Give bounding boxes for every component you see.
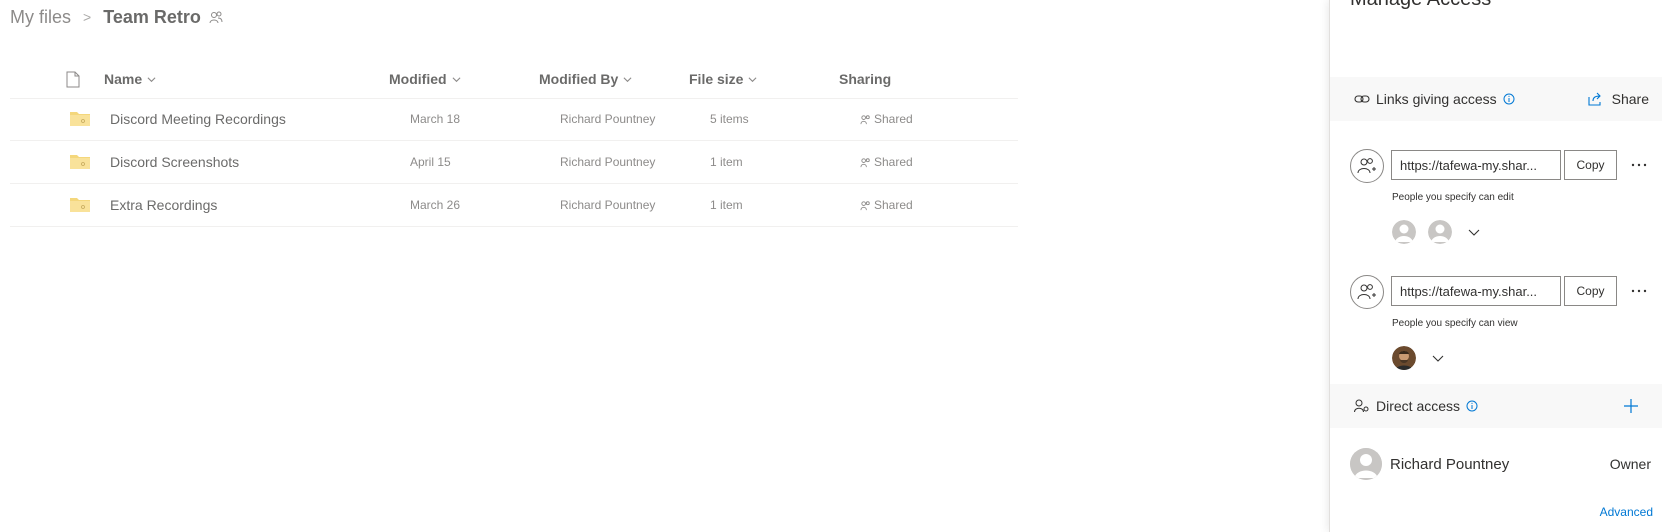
plus-icon [1624, 399, 1638, 413]
links-section-header: Links giving access Share [1330, 77, 1662, 121]
chevron-down-icon [623, 76, 632, 82]
file-size: 1 item [710, 198, 743, 212]
column-header-modified-by[interactable]: Modified By [539, 60, 632, 98]
direct-access-section-header: Direct access [1330, 384, 1662, 428]
shared-folder-icon [70, 198, 90, 212]
file-name[interactable]: Extra Recordings [110, 184, 217, 226]
links-label: Links giving access [1354, 77, 1521, 121]
modified-date: March 26 [410, 198, 461, 212]
table-row[interactable]: Extra Recordings March 26 Richard Pountn… [10, 184, 1018, 227]
file-size: 1 item [710, 155, 743, 169]
link-permission-text: People you specify can edit [1392, 192, 1514, 203]
owner-name[interactable]: Richard Pountney [1390, 456, 1509, 473]
modified-by: Richard Pountney [560, 112, 656, 126]
modified-by: Richard Pountney [560, 198, 656, 212]
owner-role: Owner [1609, 456, 1651, 472]
manage-access-panel: Manage Access Links giving access Share … [1329, 0, 1662, 532]
column-label: Modified By [539, 71, 619, 87]
column-label: Sharing [839, 71, 892, 87]
panel-title: Manage Access [1350, 0, 1491, 11]
copy-link-button[interactable]: Copy [1564, 276, 1617, 306]
links-label-text: Links giving access [1376, 91, 1497, 107]
link-people-avatar [1350, 149, 1384, 183]
column-label: Modified [389, 71, 447, 87]
shared-icon [860, 114, 870, 124]
sharing-status[interactable]: Shared [860, 184, 913, 226]
file-name[interactable]: Discord Meeting Recordings [110, 98, 286, 140]
breadcrumb-current: Team Retro [103, 6, 201, 27]
shared-folder-icon [70, 155, 90, 169]
modified-date: March 18 [410, 112, 461, 126]
link-icon [1354, 95, 1370, 103]
breadcrumb-my-files[interactable]: My files [10, 7, 71, 28]
link-people-avatar [1350, 275, 1384, 309]
chevron-down-icon [748, 76, 757, 82]
more-options-icon[interactable] [1627, 150, 1651, 180]
column-header-modified[interactable]: Modified [389, 60, 461, 98]
file-type-column[interactable] [66, 60, 80, 98]
file-list-area: My files > Team Retro Name Modified Modi… [0, 0, 1328, 532]
document-icon [66, 71, 80, 87]
add-people-icon [1357, 158, 1376, 174]
chevron-down-icon [452, 76, 461, 82]
advanced-link[interactable]: Advanced [1600, 505, 1653, 519]
direct-access-text: Direct access [1376, 398, 1461, 414]
copy-link-button[interactable]: Copy [1564, 150, 1617, 180]
column-label: File size [689, 71, 744, 87]
shared-icon [209, 11, 223, 24]
person-key-icon [1354, 399, 1369, 413]
share-icon [1588, 92, 1601, 106]
file-name[interactable]: Discord Screenshots [110, 141, 239, 183]
column-label: Name [104, 71, 143, 87]
shared-icon [860, 200, 870, 210]
direct-access-label: Direct access [1354, 384, 1484, 428]
chevron-down-icon [147, 76, 156, 82]
sharing-label: Shared [874, 155, 913, 169]
breadcrumb: My files > Team Retro [10, 4, 223, 30]
sharing-label: Shared [874, 198, 913, 212]
person-photo-avatar[interactable] [1392, 346, 1416, 370]
person-avatar[interactable] [1392, 220, 1416, 244]
sharing-status[interactable]: Shared [860, 141, 913, 183]
modified-by: Richard Pountney [560, 155, 656, 169]
link-url-field[interactable]: https://tafewa-my.shar... [1391, 276, 1561, 306]
sharing-label: Shared [874, 112, 913, 126]
list-header: Name Modified Modified By File size Shar… [10, 60, 1018, 99]
add-people-icon [1357, 284, 1376, 300]
add-direct-access-button[interactable] [1619, 394, 1643, 418]
owner-avatar[interactable] [1350, 448, 1382, 480]
modified-date: April 15 [410, 155, 451, 169]
info-icon[interactable] [1466, 400, 1478, 412]
column-header-sharing[interactable]: Sharing [839, 60, 891, 98]
shared-icon [860, 157, 870, 167]
table-row[interactable]: Discord Meeting Recordings March 18 Rich… [10, 98, 1018, 141]
chevron-down-icon[interactable] [1431, 351, 1445, 365]
link-url-field[interactable]: https://tafewa-my.shar... [1391, 150, 1561, 180]
person-avatar[interactable] [1428, 220, 1452, 244]
shared-folder-icon [70, 112, 90, 126]
column-header-name[interactable]: Name [104, 60, 156, 98]
link-permission-text: People you specify can view [1392, 318, 1518, 329]
share-label: Share [1611, 91, 1649, 107]
breadcrumb-separator-icon: > [83, 9, 92, 25]
sharing-status[interactable]: Shared [860, 98, 913, 140]
share-button[interactable]: Share [1588, 77, 1649, 121]
info-icon[interactable] [1503, 93, 1515, 105]
more-options-icon[interactable] [1627, 276, 1651, 306]
file-size: 5 items [710, 112, 749, 126]
chevron-down-icon[interactable] [1467, 225, 1481, 239]
column-header-file-size[interactable]: File size [689, 60, 757, 98]
table-row[interactable]: Discord Screenshots April 15 Richard Pou… [10, 141, 1018, 184]
